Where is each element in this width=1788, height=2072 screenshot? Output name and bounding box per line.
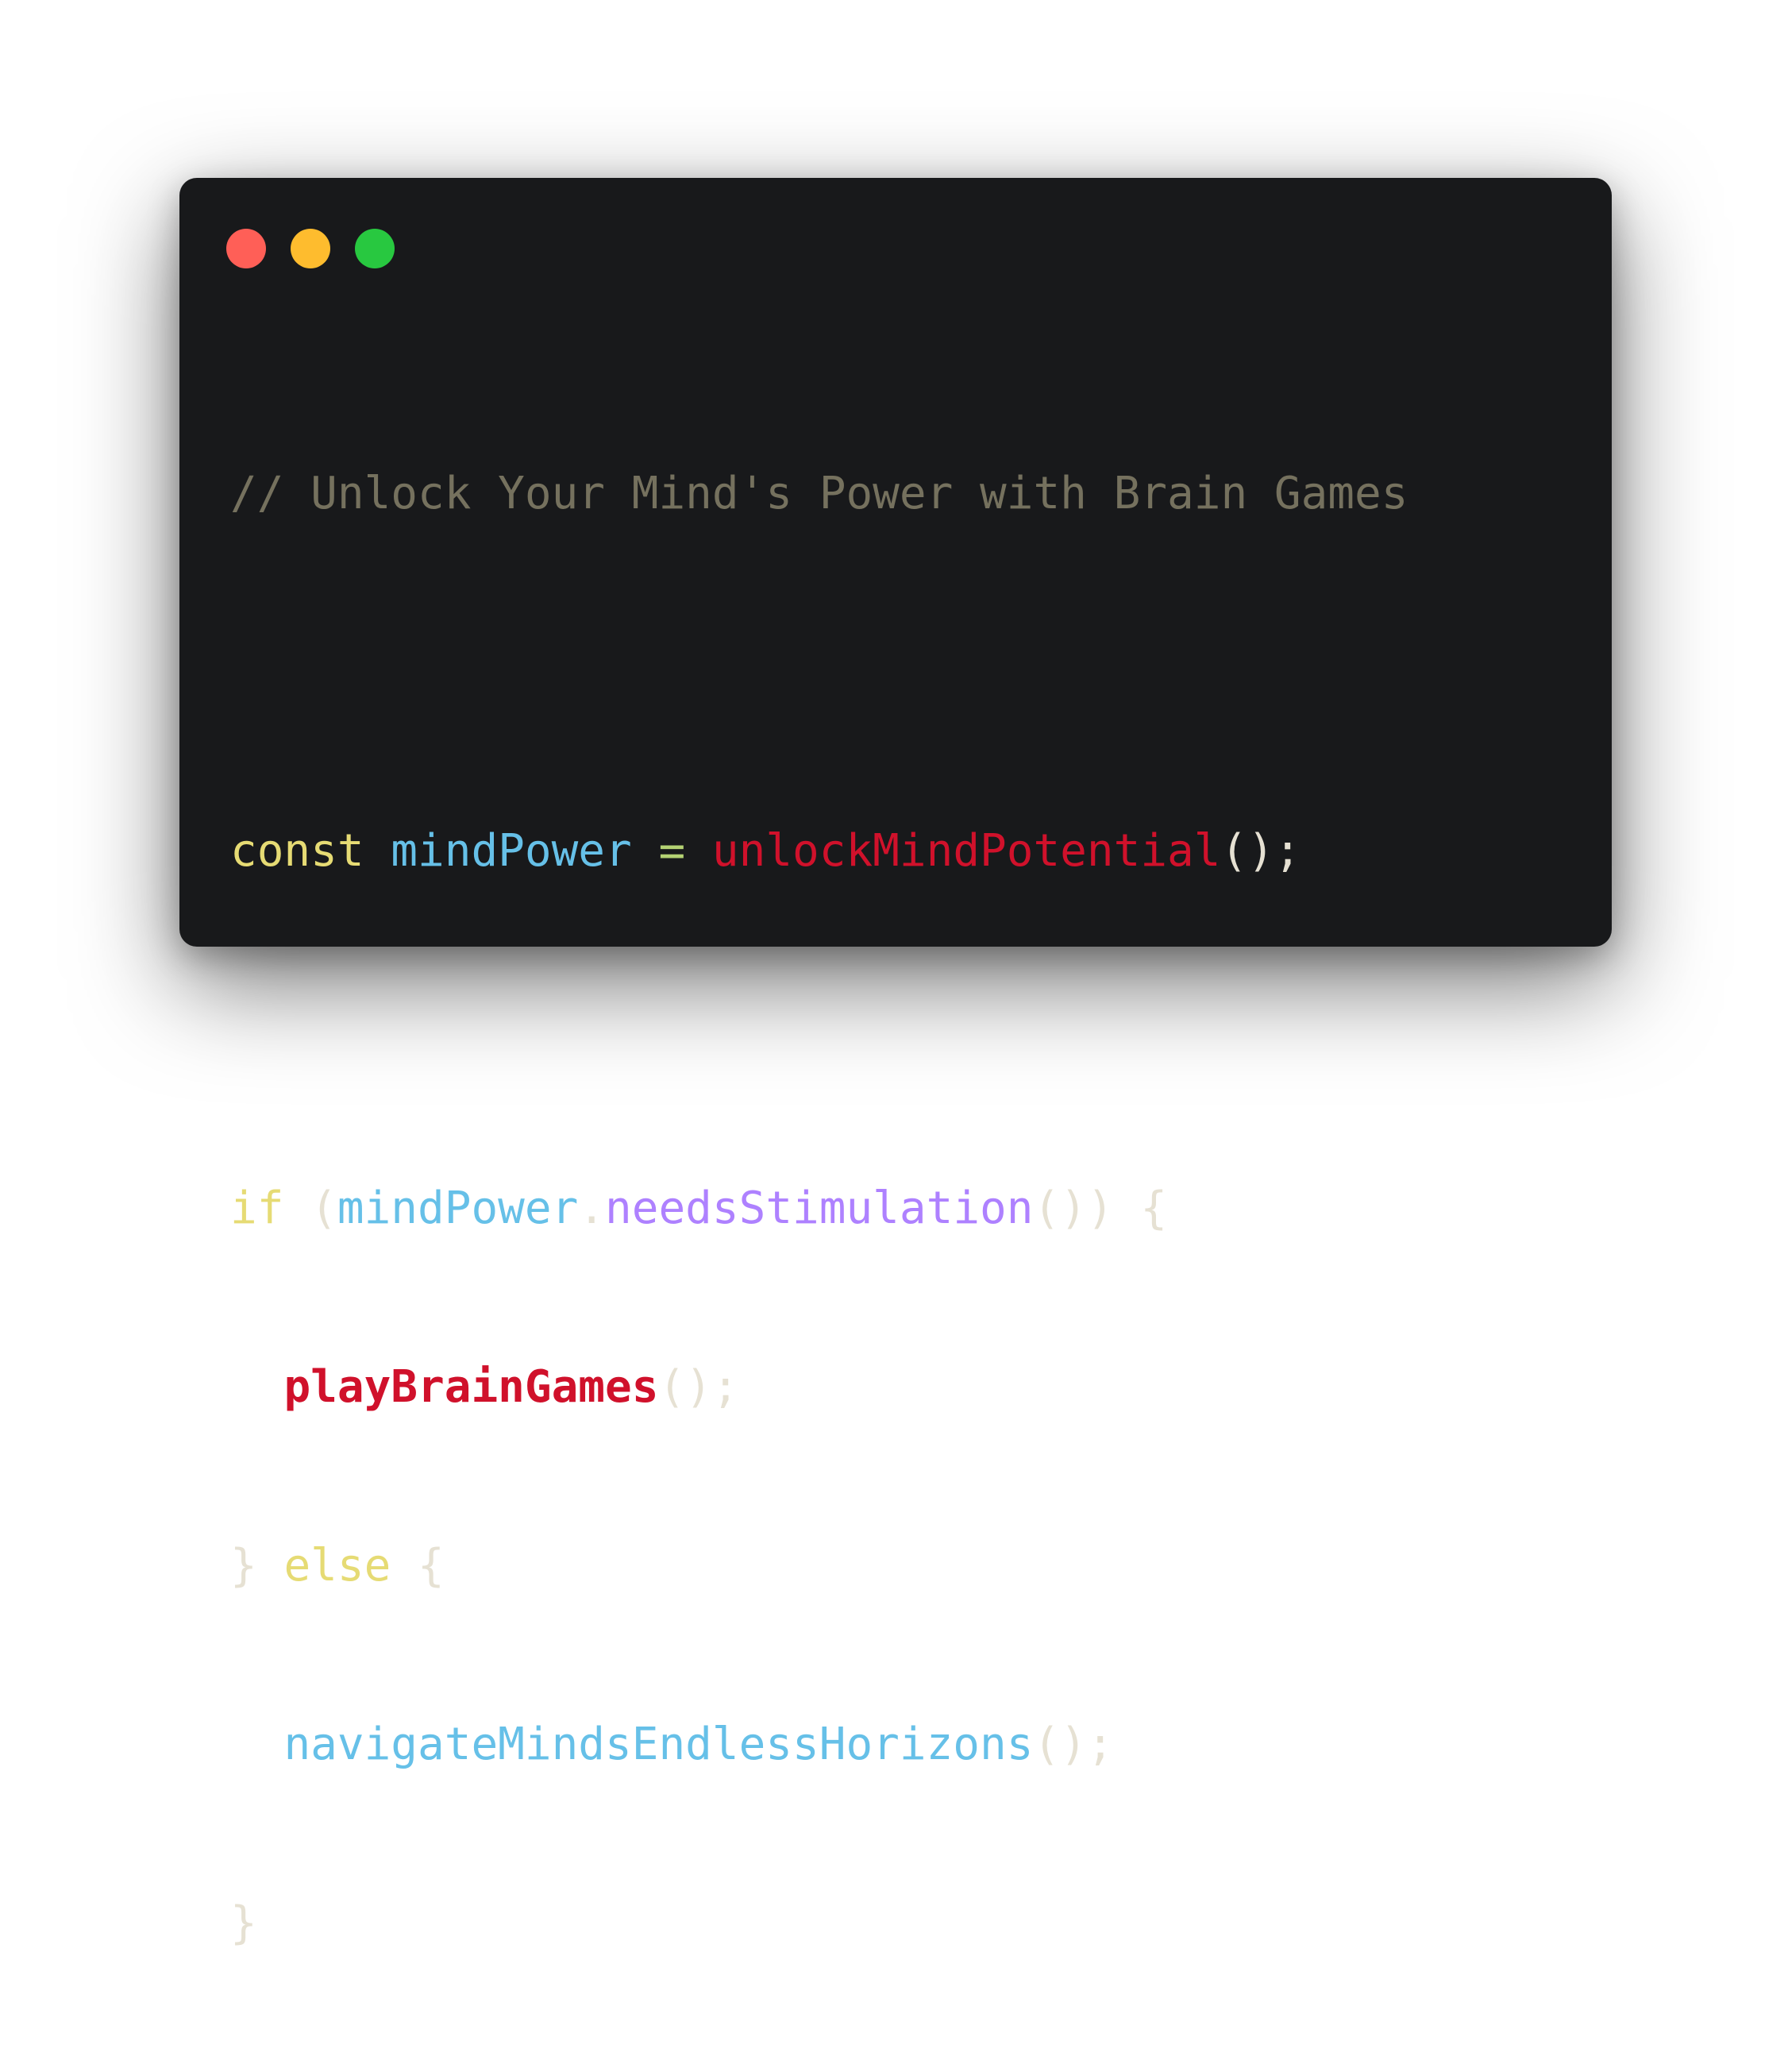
- code-block: // Unlock Your Mind's Power with Brain G…: [230, 345, 1408, 2072]
- zoom-button[interactable]: [355, 229, 395, 268]
- method-needsstimulation: needsStimulation: [605, 1183, 1034, 1234]
- code-line-const: const mindPower = unlockMindPotential();: [230, 821, 1408, 881]
- close-button[interactable]: [226, 229, 266, 268]
- punctuation: .: [578, 1183, 606, 1234]
- keyword-if: if: [230, 1183, 284, 1234]
- variable-mindpower: mindPower: [391, 825, 632, 877]
- punctuation: }: [230, 1897, 257, 1949]
- variable-mindpower: mindPower: [337, 1183, 579, 1234]
- code-line-if: if (mindPower.needsStimulation()) {: [230, 1179, 1408, 1238]
- minimize-button[interactable]: [291, 229, 330, 268]
- punctuation: {: [418, 1540, 445, 1592]
- code-window: // Unlock Your Mind's Power with Brain G…: [179, 178, 1612, 1949]
- code-line-else: } else {: [230, 1536, 1408, 1595]
- operator-assign: =: [658, 825, 686, 877]
- punctuation: ();: [1033, 1719, 1114, 1770]
- function-unlockmindpotential: unlockMindPotential: [711, 825, 1221, 877]
- code-line-playbraingames: playBrainGames();: [230, 1357, 1408, 1417]
- code-line-close: }: [230, 1893, 1408, 1953]
- code-comment: // Unlock Your Mind's Power with Brain G…: [230, 468, 1408, 519]
- keyword-const: const: [230, 825, 364, 877]
- punctuation: ();: [658, 1361, 739, 1413]
- function-navigatemindsendlesshorizons: navigateMindsEndlessHorizons: [283, 1719, 1034, 1770]
- punctuation: }: [230, 1540, 257, 1592]
- punctuation: ();: [1220, 825, 1301, 877]
- code-line-navigate: navigateMindsEndlessHorizons();: [230, 1715, 1408, 1774]
- window-controls: [226, 229, 395, 268]
- punctuation: (: [310, 1183, 337, 1234]
- function-playbraingames: playBrainGames: [283, 1361, 659, 1413]
- keyword-else: else: [283, 1540, 391, 1592]
- punctuation: ()) {: [1033, 1183, 1168, 1234]
